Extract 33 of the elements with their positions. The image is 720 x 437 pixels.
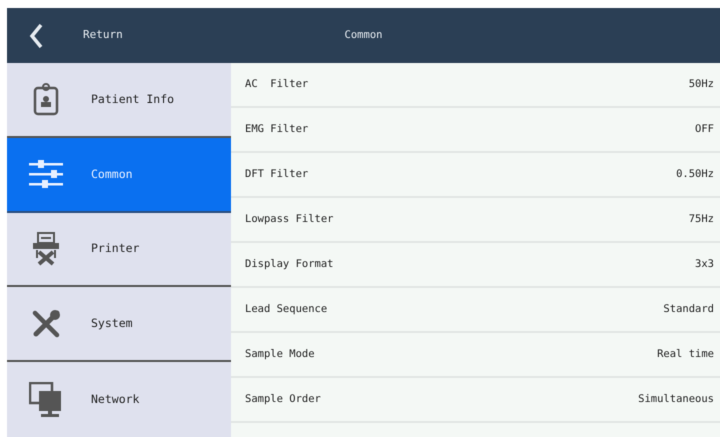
tools-icon: [31, 308, 61, 339]
setting-row[interactable]: Sample Mode Real time: [231, 333, 720, 378]
setting-value: Standard: [663, 302, 714, 317]
setting-value: 3x3: [695, 256, 714, 272]
setting-value: Real time: [657, 346, 714, 362]
setting-label: Lowpass Filter: [245, 212, 334, 227]
setting-row[interactable]: Lead Sequence Standard: [231, 288, 720, 333]
setting-label: AC Filter: [245, 76, 308, 92]
setting-row[interactable]: Display Format 3x3: [231, 243, 720, 288]
monitors-icon: [29, 382, 63, 418]
setting-label: Lead Sequence: [245, 302, 328, 317]
setting-value: Simultaneous: [638, 392, 714, 407]
setting-label: Sample Order: [245, 392, 321, 407]
sliders-icon: [29, 159, 63, 190]
sidebar-item[interactable]: Common: [7, 138, 231, 213]
setting-value: 0.50Hz: [676, 166, 714, 182]
printer-tools-icon: [31, 232, 61, 266]
setting-label: Sample Mode: [245, 346, 315, 362]
setting-row[interactable]: AC Filter 50Hz: [231, 63, 720, 108]
setting-row[interactable]: Sample Order Simultaneous: [231, 378, 720, 423]
return-button[interactable]: Return: [7, 8, 231, 63]
setting-value: OFF: [695, 122, 714, 137]
setting-row[interactable]: EMG Filter OFF: [231, 108, 720, 153]
setting-row[interactable]: DFT Filter 0.50Hz: [231, 153, 720, 198]
setting-label: Display Format: [245, 256, 334, 272]
setting-value: 75Hz: [688, 212, 714, 227]
clipboard-icon: [33, 82, 59, 116]
setting-label: EMG Filter: [245, 122, 308, 137]
setting-row[interactable]: Lowpass Filter 75Hz: [231, 198, 720, 243]
page-title: Common: [344, 28, 384, 43]
setting-value: 50Hz: [688, 76, 714, 92]
back-icon: [29, 22, 43, 48]
setting-label: DFT Filter: [245, 166, 308, 182]
